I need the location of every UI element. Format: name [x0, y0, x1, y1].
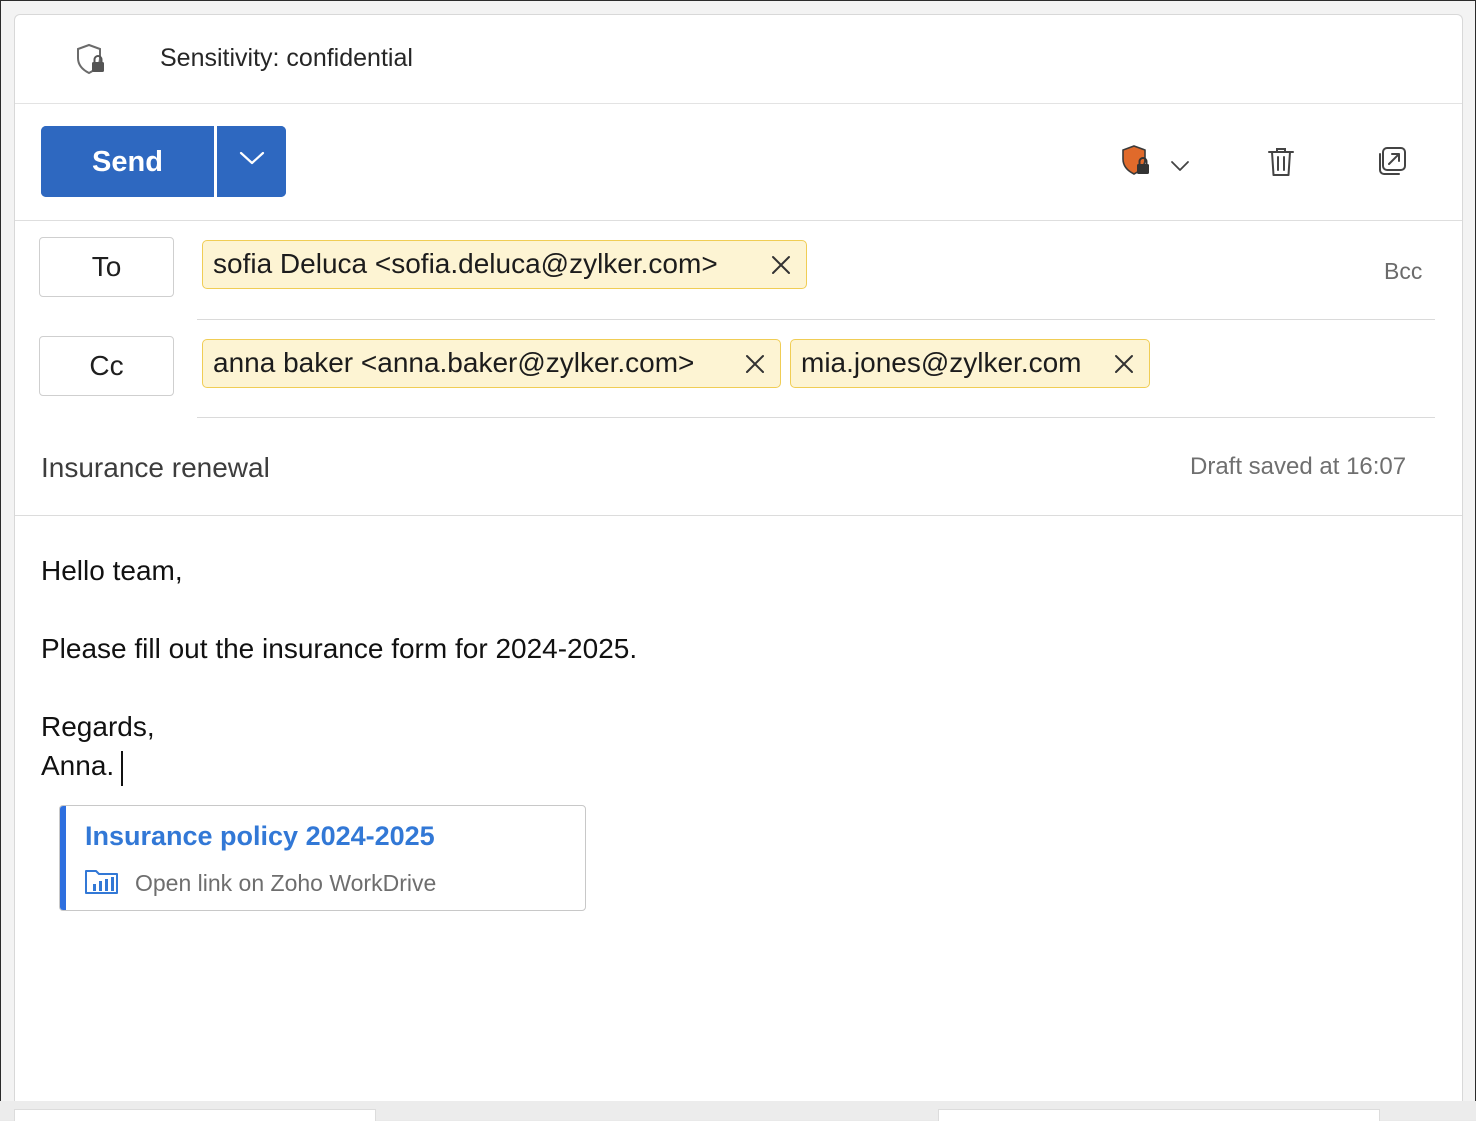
bottom-tab	[938, 1109, 1380, 1121]
recipient-chip[interactable]: mia.jones@zylker.com	[790, 339, 1150, 388]
recipient-chip-text: sofia Deluca <sofia.deluca@zylker.com>	[213, 248, 718, 279]
bcc-button[interactable]: Bcc	[1384, 258, 1422, 285]
body-closing[interactable]: Regards,	[41, 711, 155, 743]
workdrive-folder-icon	[85, 870, 118, 894]
recipient-chip-text: anna baker <anna.baker@zylker.com>	[213, 347, 695, 378]
shield-lock-icon	[1122, 145, 1149, 175]
divider	[15, 515, 1462, 516]
text-cursor	[121, 751, 123, 786]
to-button[interactable]: To	[39, 237, 174, 297]
sensitivity-label: Sensitivity: confidential	[160, 44, 413, 72]
close-icon[interactable]	[744, 353, 766, 375]
protection-menu-button[interactable]	[1120, 144, 1200, 184]
link-title[interactable]: Insurance policy 2024-2025	[85, 821, 435, 852]
compose-toolbar: Send	[15, 104, 1462, 221]
subject-field[interactable]: Insurance renewal	[41, 452, 270, 484]
shield-lock-icon	[77, 43, 104, 75]
link-card-accent	[60, 806, 66, 910]
sensitivity-bar[interactable]: Sensitivity: confidential	[15, 15, 1462, 104]
link-subtitle[interactable]: Open link on Zoho WorkDrive	[135, 870, 436, 897]
close-icon[interactable]	[1113, 353, 1135, 375]
trash-icon[interactable]	[1267, 146, 1295, 178]
divider	[197, 417, 1435, 418]
draft-status: Draft saved at 16:07	[1190, 453, 1407, 480]
bottom-strip	[0, 1101, 1476, 1121]
send-options-button[interactable]	[217, 126, 286, 197]
send-button[interactable]: Send	[41, 126, 214, 197]
recipient-chip[interactable]: anna baker <anna.baker@zylker.com>	[202, 339, 781, 388]
chevron-down-icon	[239, 151, 265, 165]
recipient-chip-text: mia.jones@zylker.com	[801, 347, 1082, 378]
cc-button[interactable]: Cc	[39, 336, 174, 396]
divider	[197, 319, 1435, 320]
body-signature[interactable]: Anna.	[41, 750, 114, 782]
close-icon[interactable]	[770, 254, 792, 276]
body-greeting[interactable]: Hello team,	[41, 555, 183, 587]
popout-icon[interactable]	[1377, 146, 1407, 176]
chevron-down-icon	[1171, 161, 1189, 171]
workdrive-link-card[interactable]: Insurance policy 2024-2025 Open link on …	[59, 805, 586, 911]
compose-window: Sensitivity: confidential Send To sofia …	[14, 14, 1463, 1101]
bottom-tab	[14, 1109, 376, 1121]
body-line[interactable]: Please fill out the insurance form for 2…	[41, 633, 637, 665]
recipient-chip[interactable]: sofia Deluca <sofia.deluca@zylker.com>	[202, 240, 807, 289]
send-button-group: Send	[41, 126, 286, 197]
